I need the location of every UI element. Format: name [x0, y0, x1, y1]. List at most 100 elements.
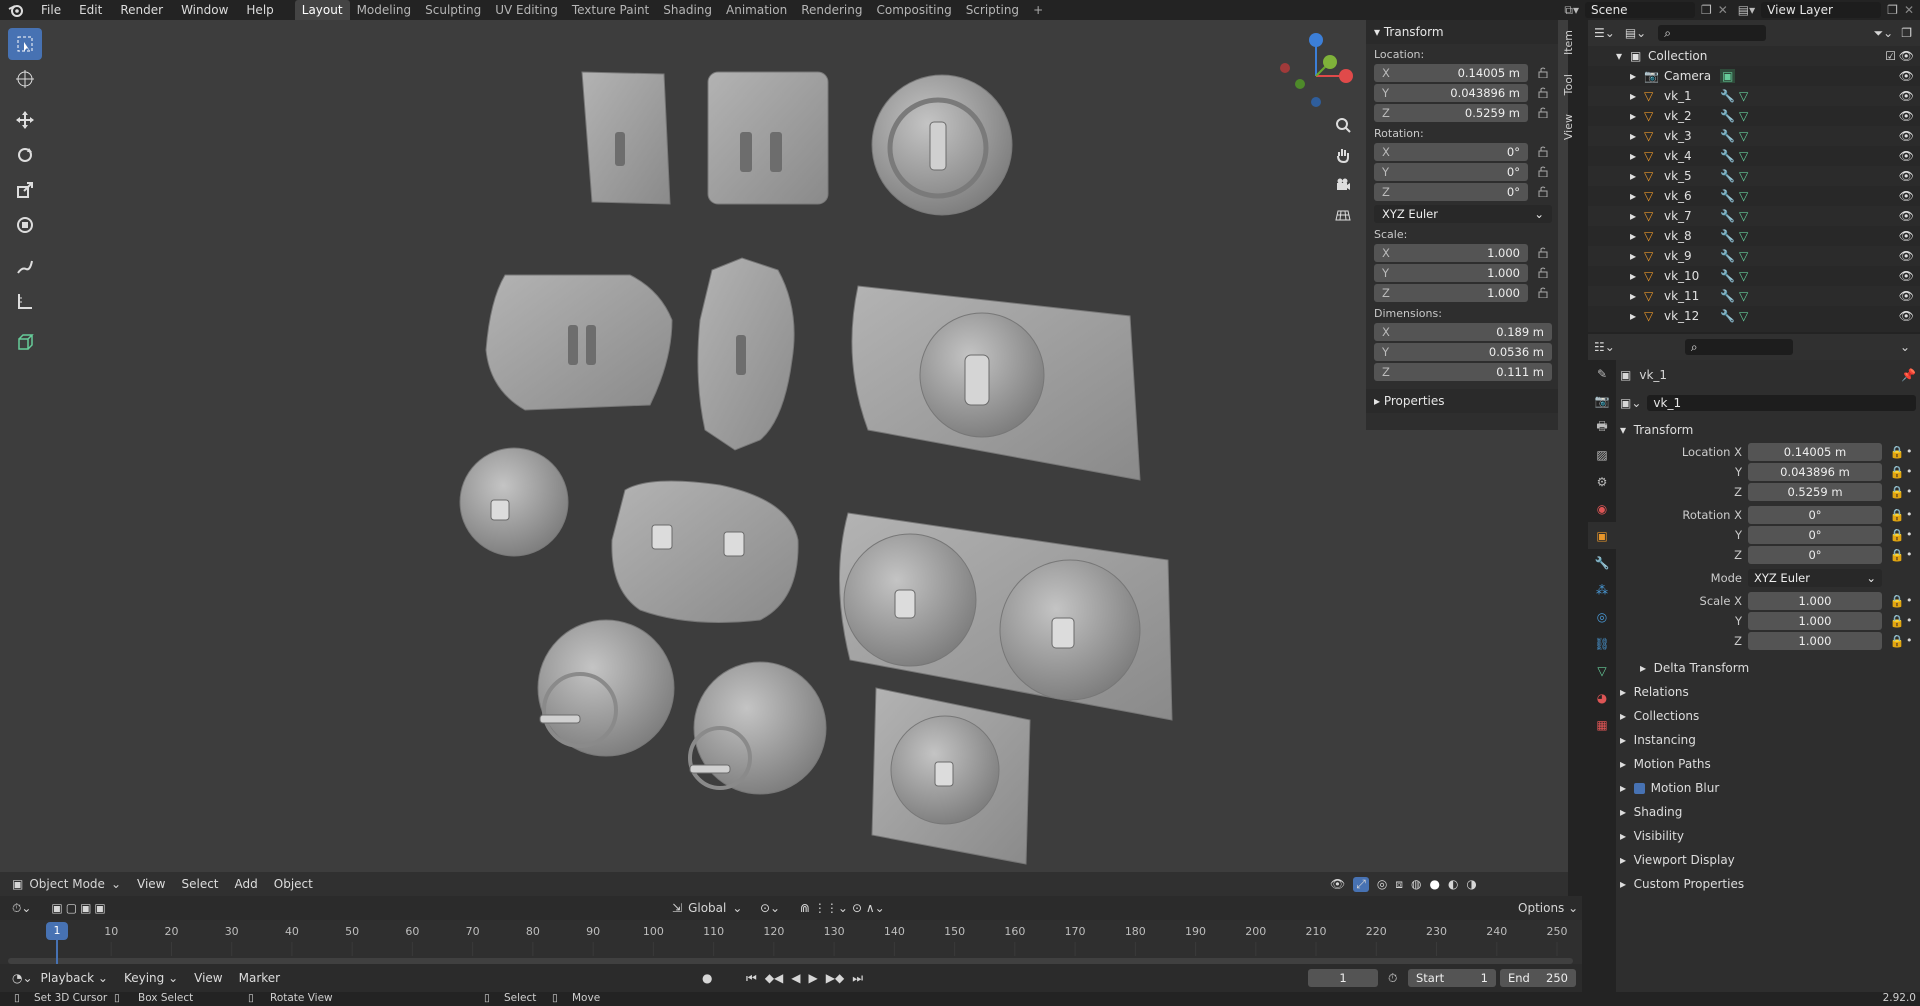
properties-editor-icon[interactable]: ☷⌄	[1594, 340, 1615, 354]
stopwatch-icon[interactable]: ⏱	[1388, 971, 1397, 986]
keyframe-dot[interactable]: •	[1906, 508, 1913, 521]
tab-texture-paint[interactable]: Texture Paint	[565, 0, 656, 20]
expand-arrow-icon[interactable]: ▸	[1630, 249, 1644, 263]
add-workspace-button[interactable]: +	[1026, 0, 1050, 20]
dimensions-y-field[interactable]: Y 0.0536 m	[1374, 342, 1552, 361]
mesh-vk-10[interactable]	[537, 619, 675, 757]
keyframe-dot[interactable]: •	[1906, 465, 1913, 478]
mesh-vk-3[interactable]	[871, 74, 1013, 216]
viewport-display-section[interactable]: ▸ Viewport Display	[1620, 848, 1916, 872]
tool-tab-icon[interactable]: ✎	[1588, 360, 1616, 387]
expand-arrow-icon[interactable]: ▸	[1630, 229, 1644, 243]
keyframe-dot[interactable]: •	[1906, 548, 1913, 561]
mesh-vk-8[interactable]	[611, 480, 799, 623]
timeline-track[interactable]: 1102030405060708090100110120130140150160…	[0, 920, 1582, 964]
play-reverse-icon[interactable]: ◀	[791, 971, 800, 986]
blender-logo-icon[interactable]	[0, 0, 32, 20]
keyframe-dot[interactable]: •	[1906, 594, 1913, 607]
prop-scale-z[interactable]: 1.000	[1748, 631, 1882, 650]
new-scene-icon[interactable]: ❐	[1701, 3, 1712, 17]
remove-scene-icon[interactable]: ✕	[1718, 3, 1728, 17]
ortho-grid-icon[interactable]	[1330, 202, 1356, 228]
constraints-tab-icon[interactable]: ⛓	[1588, 630, 1616, 657]
lock-icon[interactable]: 🔒	[1888, 528, 1906, 542]
outliner-item-vk-4[interactable]: ▸ ▽ vk_4 🔧 ▽ 👁	[1588, 146, 1920, 166]
shading-section[interactable]: ▸ Shading	[1620, 800, 1916, 824]
lock-icon[interactable]	[1534, 165, 1552, 179]
select-mode-icons[interactable]: ▣▢▣▣	[51, 901, 108, 915]
prop-rotation-y[interactable]: 0°	[1748, 525, 1882, 544]
outliner-item-vk-6[interactable]: ▸ ▽ vk_6 🔧 ▽ 👁	[1588, 186, 1920, 206]
rotate-tool[interactable]	[8, 139, 42, 171]
lock-icon[interactable]: 🔒	[1888, 465, 1906, 479]
expand-arrow-icon[interactable]: ▸	[1630, 169, 1644, 183]
prop-scale-x[interactable]: 1.000	[1748, 591, 1882, 610]
prop-location-y[interactable]: 0.043896 m	[1748, 462, 1882, 481]
lock-icon[interactable]	[1534, 145, 1552, 159]
delta-transform-section[interactable]: ▸ Delta Transform	[1620, 656, 1916, 680]
expand-arrow-icon[interactable]: ▸	[1630, 269, 1644, 283]
eye-icon[interactable]: 👁	[1899, 149, 1914, 163]
rotation-mode-dropdown[interactable]: XYZ Euler ⌄	[1374, 204, 1552, 223]
rotation-x-field[interactable]: X 0°	[1374, 142, 1528, 161]
location-y-field[interactable]: Y 0.043896 m	[1374, 83, 1528, 102]
lock-icon[interactable]: 🔒	[1888, 508, 1906, 522]
keyframe-dot[interactable]: •	[1906, 528, 1913, 541]
annotate-tool[interactable]	[8, 250, 42, 282]
view-layer-field[interactable]: View Layer	[1761, 2, 1882, 18]
expand-arrow-icon[interactable]: ▸	[1630, 89, 1644, 103]
prop-location-x[interactable]: 0.14005 m	[1748, 442, 1882, 461]
outliner-item-vk-12[interactable]: ▸ ▽ vk_12 🔧 ▽ 👁	[1588, 306, 1920, 326]
outliner-item-vk-3[interactable]: ▸ ▽ vk_3 🔧 ▽ 👁	[1588, 126, 1920, 146]
select-box-tool[interactable]	[8, 28, 42, 60]
tab-scripting[interactable]: Scripting	[959, 0, 1026, 20]
tab-item[interactable]: Item	[1562, 30, 1576, 55]
scene-icon[interactable]: ⧉▾	[1564, 3, 1579, 18]
outliner-item-vk-8[interactable]: ▸ ▽ vk_8 🔧 ▽ 👁	[1588, 226, 1920, 246]
menu-select[interactable]: Select	[173, 877, 226, 891]
scale-y-field[interactable]: Y 1.000	[1374, 263, 1528, 282]
tab-shading[interactable]: Shading	[656, 0, 719, 20]
timeline-editor-icon[interactable]: ◔⌄	[12, 971, 33, 985]
visibility-section[interactable]: ▸ Visibility	[1620, 824, 1916, 848]
motion-blur-section[interactable]: ▸ Motion Blur	[1620, 776, 1916, 800]
view-layer-icon[interactable]: ▤▾	[1738, 3, 1755, 17]
npanel-properties-header[interactable]: ▸ Properties	[1366, 389, 1558, 413]
snap-icon[interactable]: ⋒ ⋮⋮⌄	[800, 901, 848, 915]
tab-animation[interactable]: Animation	[719, 0, 794, 20]
scale-x-field[interactable]: X 1.000	[1374, 243, 1528, 262]
dimensions-x-field[interactable]: X 0.189 m	[1374, 322, 1552, 341]
menu-object[interactable]: Object	[266, 877, 321, 891]
record-button[interactable]: ●	[702, 971, 712, 985]
add-cube-tool[interactable]	[8, 326, 42, 358]
menu-file[interactable]: File	[32, 3, 70, 17]
menu-help[interactable]: Help	[237, 3, 282, 17]
lock-icon[interactable]: 🔒	[1888, 548, 1906, 562]
relations-section[interactable]: ▸ Relations	[1620, 680, 1916, 704]
eye-icon[interactable]: 👁	[1899, 249, 1914, 263]
new-collection-icon[interactable]: ❐	[1901, 26, 1912, 40]
instancing-section[interactable]: ▸ Instancing	[1620, 728, 1916, 752]
lock-icon[interactable]: 🔒	[1888, 614, 1906, 628]
eye-icon[interactable]: 👁	[1899, 89, 1914, 103]
filter-icon[interactable]: ⏷⌄	[1874, 26, 1894, 41]
dimensions-z-field[interactable]: Z 0.111 m	[1374, 362, 1552, 381]
lock-icon[interactable]: 🔒	[1888, 634, 1906, 648]
prop-rotation-x[interactable]: 0°	[1748, 505, 1882, 524]
editor-type-icon[interactable]: ⏱⌄	[12, 901, 31, 916]
jump-end-icon[interactable]: ⏭	[852, 971, 863, 986]
lock-icon[interactable]	[1534, 266, 1552, 280]
lock-icon[interactable]: 🔒	[1888, 485, 1906, 499]
menu-view[interactable]: View	[129, 877, 173, 891]
texture-tab-icon[interactable]: ▦	[1588, 711, 1616, 738]
prev-keyframe-icon[interactable]: ◆◀	[765, 971, 783, 986]
npanel-transform-header[interactable]: ▾ Transform	[1366, 20, 1558, 44]
object-datablock-icon[interactable]: ▣⌄	[1620, 396, 1641, 410]
prop-rotation-z[interactable]: 0°	[1748, 545, 1882, 564]
outliner-item-vk-2[interactable]: ▸ ▽ vk_2 🔧 ▽ 👁	[1588, 106, 1920, 126]
expand-arrow-icon[interactable]: ▸	[1630, 69, 1644, 83]
prop-rotation-mode[interactable]: XYZ Euler ⌄	[1748, 568, 1882, 587]
tab-modeling[interactable]: Modeling	[350, 0, 419, 20]
outliner-item-vk-11[interactable]: ▸ ▽ vk_11 🔧 ▽ 👁	[1588, 286, 1920, 306]
expand-arrow-icon[interactable]: ▸	[1630, 129, 1644, 143]
